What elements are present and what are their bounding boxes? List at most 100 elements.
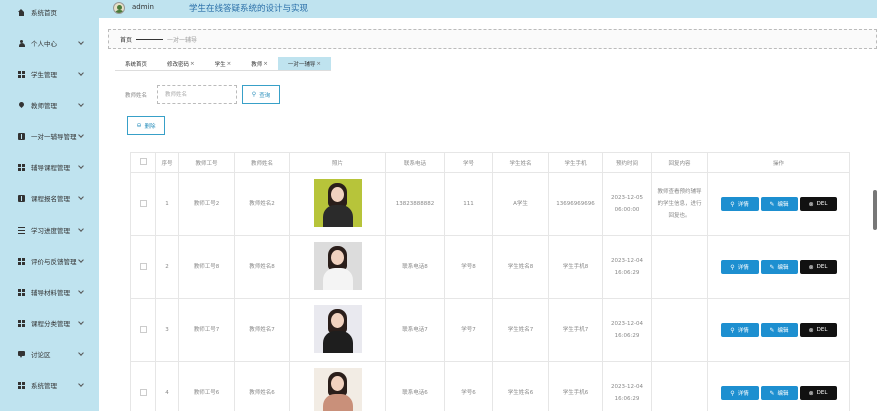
cell-text: 教师工号7 [193,327,220,333]
detail-button[interactable]: ⚲ 详情 [720,323,759,337]
table-row: 3 教师工号7 教师姓名7 联系电话7 学号7 学生姓名7 学生手机7 2023-12-04 … [130,298,850,362]
edit-button-label: 编辑 [777,265,789,271]
teacher-photo [313,368,362,411]
edit-button-label: 编辑 [777,202,789,208]
tab-4[interactable]: 一对一辅导 × [277,57,332,71]
detail-button[interactable]: ⚲ 详情 [720,197,759,211]
cell-text: 联系电话7 [402,327,428,333]
sidebar-item-label: 系统首页 [31,9,57,17]
edit-button[interactable]: ✎ 编辑 [760,323,798,337]
edit-button-label: 编辑 [777,391,789,397]
teacher-name-search-input[interactable] [157,85,237,104]
sidebar-item-0[interactable]: 系统首页 [0,2,99,22]
sidebar-item-2[interactable]: 学生管理 [0,64,99,84]
tab-3[interactable]: 教师 × [241,57,278,71]
chevron-down-icon [78,226,84,232]
grid-icon [18,381,25,389]
edit-button[interactable]: ✎ 编辑 [760,197,798,211]
actions-cell: ⚲ 详情 ✎ 编辑 ⊗ DEL [707,361,850,411]
delete-button[interactable]: ⊗ DEL [799,386,837,400]
chevron-down-icon [78,101,84,107]
column-header: 预约时间 [602,152,652,173]
teacher-photo [313,305,362,353]
column-header: 联系电话 [385,152,445,173]
cell-text: 2023-12-04 16:06:29 [611,384,643,402]
cell-student-name: 学生姓名6 [492,361,549,411]
tab-0[interactable]: 系统首页 [115,57,158,71]
sidebar-item-12[interactable]: 系统管理 [0,375,99,395]
cell-student-phone: 学生手机6 [548,361,603,411]
query-button-label: 查询 [259,92,271,99]
column-header: 操作 [707,152,850,173]
sidebar-item-4[interactable]: 一对一辅导管理 [0,126,99,146]
column-header: 学生姓名 [492,152,549,173]
cell-phone: 联系电话8 [385,235,445,299]
delete-button[interactable]: ⊗ DEL [799,197,837,211]
search-icon: ⚲ [730,263,735,271]
delete-button[interactable]: ⊗ DEL [799,260,837,274]
tab-1[interactable]: 修改密码 × [157,57,205,71]
sidebar-item-11[interactable]: 讨论区 [0,344,99,364]
cell-student-id: 学号6 [444,361,493,411]
sidebar-item-label: 教师管理 [31,102,57,110]
cell-index: 3 [155,298,179,362]
sidebar-item-label: 辅导材料管理 [31,289,70,297]
column-header: 教师工号 [178,152,235,173]
cell-student-id: 学号8 [444,235,493,299]
admin-username[interactable]: admin [132,3,154,11]
breadcrumb-home[interactable]: 首页 [120,35,132,44]
row-checkbox[interactable] [139,262,147,270]
table-header-row: 序号 教师工号 教师姓名 照片 联系电话 学号 学生姓名 学生手机 预约时间 回复内容 操作 [130,152,850,173]
delete-icon: ⊗ [808,200,814,208]
delete-icon: ⊗ [808,389,814,397]
detail-button[interactable]: ⚲ 详情 [720,386,759,400]
photo-cell [289,172,386,236]
sidebar-item-3[interactable]: 教师管理 [0,95,99,115]
sidebar-item-label: 学习进度管理 [31,227,70,235]
cell-text: 教师工号2 [193,201,220,207]
edit-button[interactable]: ✎ 编辑 [760,386,798,400]
edit-icon: ✎ [769,389,775,397]
admin-avatar[interactable] [113,2,125,14]
photo-cell [289,361,386,411]
cell-student-name: 学生姓名7 [492,298,549,362]
query-button[interactable]: ⚲ 查询 [242,85,280,104]
sidebar-item-5[interactable]: 辅导课程管理 [0,157,99,177]
row-checkbox[interactable] [139,325,147,333]
sidebar-item-6[interactable]: 课程报名管理 [0,188,99,208]
cell-student-phone: 13696969696 [548,172,603,236]
select-all-checkbox[interactable] [139,158,147,165]
chevron-down-icon [78,39,84,45]
actions-cell: ⚲ 详情 ✎ 编辑 ⊗ DEL [707,235,850,299]
edit-button[interactable]: ✎ 编辑 [760,260,798,274]
row-select-cell [130,298,156,362]
chevron-down-icon [78,132,84,138]
tab-close-icon[interactable]: × [263,61,268,67]
tab-close-icon[interactable]: × [190,61,195,67]
edit-button-label: 编辑 [777,328,789,334]
sidebar-item-1[interactable]: 个人中心 [0,33,99,53]
row-checkbox[interactable] [139,388,147,396]
cell-text: 教师姓名8 [249,264,275,270]
tab-close-icon[interactable]: × [316,61,321,67]
sidebar-item-9[interactable]: 辅导材料管理 [0,282,99,302]
breadcrumb: 首页 一对一辅导 [108,29,877,49]
sidebar-item-10[interactable]: 课程分类管理 [0,313,99,333]
column-header: 照片 [289,152,386,173]
detail-button[interactable]: ⚲ 详情 [720,260,759,274]
cell-teacher-id: 教师工号7 [178,298,235,362]
page-scrollbar[interactable] [873,190,877,230]
batch-delete-button[interactable]: ⊖ 删除 [127,116,165,135]
sidebar-item-7[interactable]: 学习进度管理 [0,220,99,240]
delete-button[interactable]: ⊗ DEL [799,323,837,337]
cell-text: 教师查看预约辅导的学生信息，进行回复也。 [657,189,702,219]
search-icon: ⚲ [730,326,735,334]
tab-close-icon[interactable]: × [227,61,232,67]
cell-text: 教师姓名7 [249,327,275,333]
sidebar-item-8[interactable]: 评价与反馈管理 [0,251,99,271]
book-icon [18,194,25,202]
tab-2[interactable]: 学生 × [204,57,242,71]
row-checkbox[interactable] [139,199,147,207]
grid-icon [18,288,25,296]
tab-label: 学生 [214,61,226,68]
